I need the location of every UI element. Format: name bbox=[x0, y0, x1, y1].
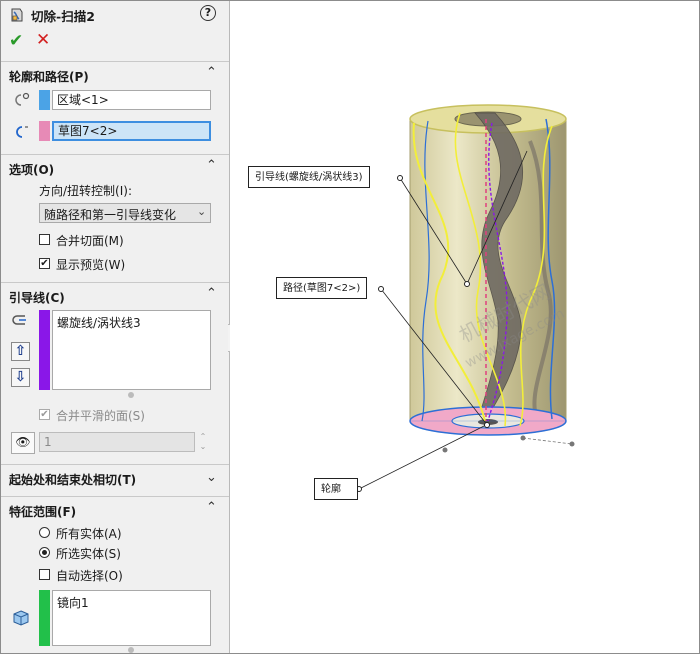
merge-smooth-checkbox[interactable]: ✔ bbox=[39, 409, 50, 420]
chevron-up-icon[interactable]: ⌃ bbox=[206, 65, 217, 80]
guide-curve-item[interactable]: 螺旋线/涡状线3 bbox=[57, 314, 206, 331]
body-item[interactable]: 镜向1 bbox=[57, 594, 206, 611]
section-divider bbox=[1, 61, 229, 62]
guide-curves-list[interactable]: 螺旋线/涡状线3 bbox=[52, 310, 211, 390]
move-up-button[interactable]: ⇧ bbox=[11, 342, 30, 361]
bodies-color-swatch bbox=[39, 590, 50, 646]
path-icon bbox=[11, 124, 31, 143]
resize-handle[interactable] bbox=[128, 647, 134, 653]
path-color-swatch bbox=[39, 121, 50, 141]
merge-tangent-label: 合并切面(M) bbox=[56, 234, 124, 248]
spin-arrows-icon[interactable]: ⌃ ⌄ bbox=[196, 432, 210, 452]
section-divider bbox=[1, 496, 229, 497]
solid-body-icon bbox=[11, 609, 31, 630]
profile-path-heading[interactable]: 轮廓和路径(P) bbox=[9, 68, 89, 85]
feature-title: 切除-扫描2 bbox=[31, 8, 95, 24]
selected-bodies-label: 所选实体(S) bbox=[56, 547, 121, 561]
chevron-up-icon[interactable]: ⌃ bbox=[206, 158, 217, 173]
section-divider bbox=[1, 464, 229, 465]
chevron-up-icon[interactable]: ⌃ bbox=[206, 286, 217, 301]
section-divider bbox=[1, 282, 229, 283]
resize-handle[interactable] bbox=[128, 392, 134, 398]
chevron-up-icon[interactable]: ⌃ bbox=[206, 500, 217, 515]
orientation-label: 方向/扭转控制(I): bbox=[39, 184, 132, 198]
guide-curves-heading[interactable]: 引导线(C) bbox=[9, 289, 65, 306]
eye-icon[interactable]: 👁 bbox=[11, 432, 35, 454]
profile-icon bbox=[11, 92, 31, 111]
guide-curve-icon bbox=[11, 312, 31, 331]
auto-select-label: 自动选择(O) bbox=[56, 569, 123, 583]
orientation-value: 随路径和第一引导线变化 bbox=[44, 208, 177, 222]
profile-selection-box[interactable]: 区域<1> bbox=[52, 90, 211, 110]
all-bodies-label: 所有实体(A) bbox=[56, 527, 122, 541]
merge-tangent-checkbox[interactable] bbox=[39, 234, 50, 245]
help-icon[interactable]: ? bbox=[200, 5, 216, 21]
bodies-list[interactable]: 镜向1 bbox=[52, 590, 211, 646]
tangency-heading[interactable]: 起始处和结束处相切(T) bbox=[9, 471, 136, 488]
path-callout[interactable]: 路径(草图7<2>) bbox=[276, 277, 368, 299]
guide-spin-input[interactable]: 1 bbox=[39, 432, 195, 452]
profile-color-swatch bbox=[39, 90, 50, 110]
merge-smooth-label: 合并平滑的面(S) bbox=[56, 409, 145, 423]
feature-title-bar: 切除-扫描2 bbox=[9, 5, 95, 25]
cut-sweep-preview[interactable]: 机械时代网 www.jxage.com bbox=[230, 1, 698, 653]
chevron-down-icon[interactable]: ⌄ bbox=[206, 470, 217, 485]
cancel-button[interactable]: ✕ bbox=[36, 30, 50, 50]
ok-button[interactable]: ✔ bbox=[9, 31, 23, 51]
chevron-down-icon: ⌄ bbox=[197, 205, 207, 218]
auto-select-checkbox[interactable] bbox=[39, 569, 50, 580]
section-divider bbox=[1, 154, 229, 155]
feature-scope-heading[interactable]: 特征范围(F) bbox=[9, 503, 76, 520]
guide-curve-callout[interactable]: 引导线(螺旋线/涡状线3) bbox=[248, 166, 370, 188]
move-down-button[interactable]: ⇩ bbox=[11, 368, 30, 387]
profile-callout[interactable]: 轮廓 bbox=[314, 478, 358, 500]
options-heading[interactable]: 选项(O) bbox=[9, 161, 54, 178]
property-manager: 切除-扫描2 ? ✔ ✕ 轮廓和路径(P) ⌃ 区域<1> 草图7<2> 选项(… bbox=[1, 1, 230, 653]
show-preview-checkbox[interactable]: ✔ bbox=[39, 258, 50, 269]
guide-color-swatch bbox=[39, 310, 50, 390]
orientation-dropdown[interactable]: 随路径和第一引导线变化 ⌄ bbox=[39, 203, 211, 223]
path-selection-box[interactable]: 草图7<2> bbox=[52, 121, 211, 141]
selected-bodies-radio[interactable] bbox=[39, 547, 50, 558]
cut-sweep-icon bbox=[11, 8, 23, 22]
show-preview-label: 显示预览(W) bbox=[56, 258, 126, 272]
graphics-viewport[interactable]: 机械时代网 www.jxage.com 引导线(螺旋线/涡状线3) 路径(草图7… bbox=[230, 1, 698, 653]
all-bodies-radio[interactable] bbox=[39, 527, 50, 538]
